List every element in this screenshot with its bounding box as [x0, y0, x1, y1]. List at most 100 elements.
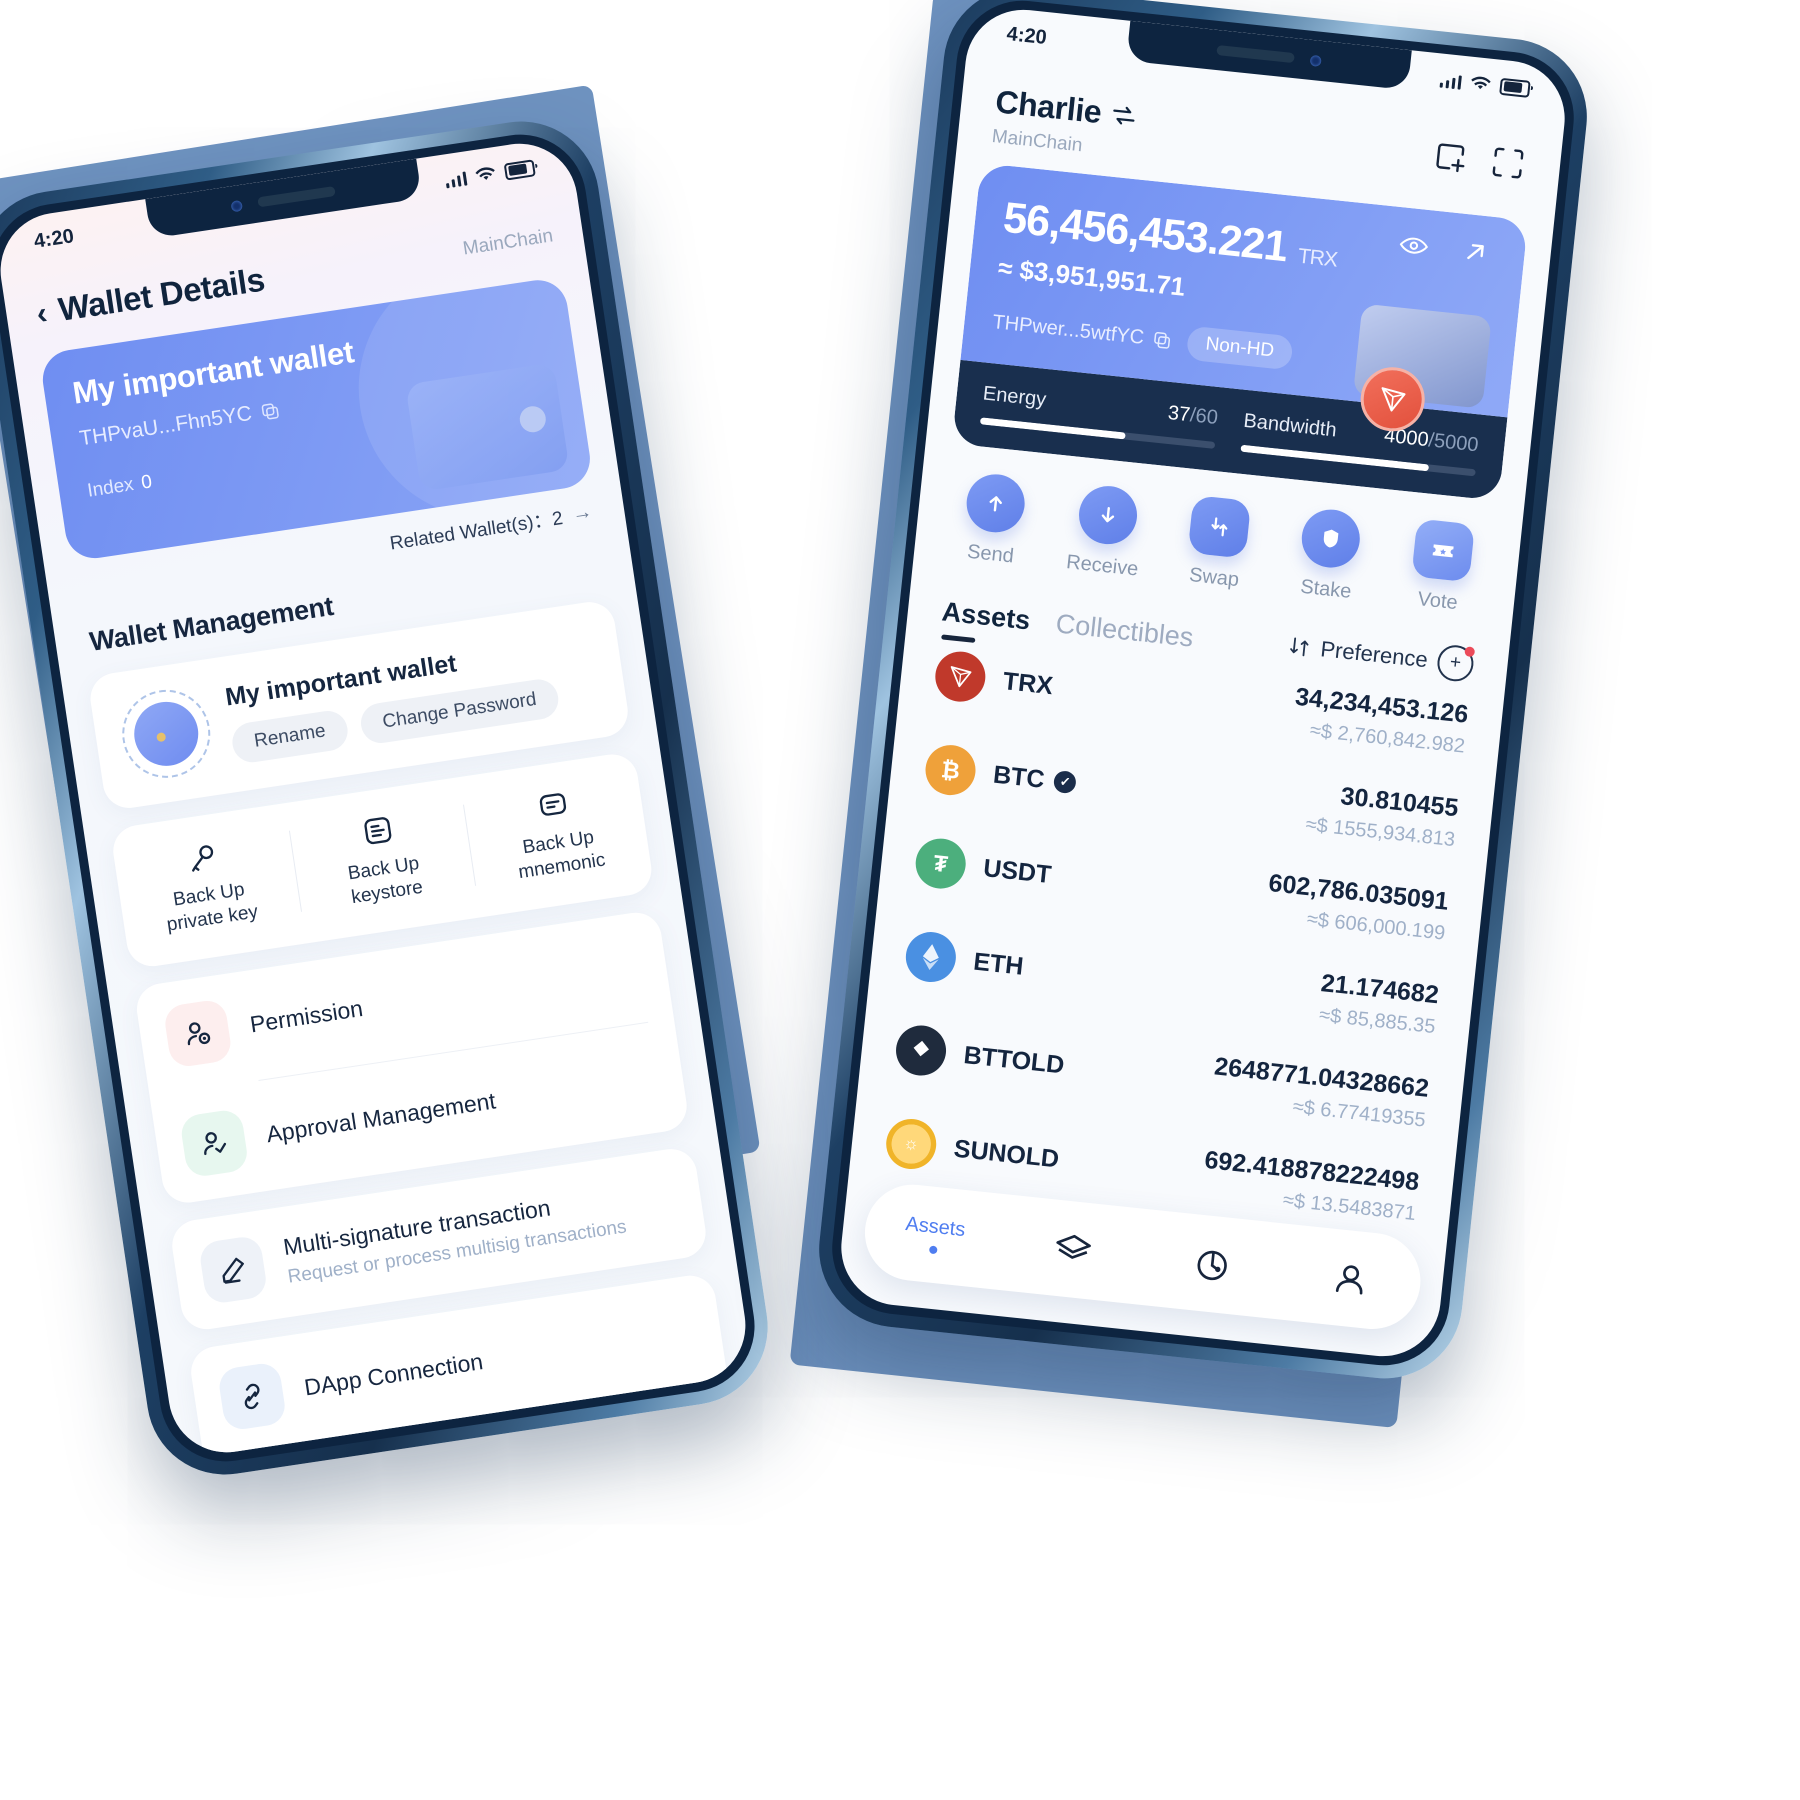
- status-time: 4:20: [32, 224, 76, 253]
- backup-mnemonic-button[interactable]: Back Up mnemonic: [462, 773, 651, 892]
- wallet-home-body: Charlie MainChain 56,456,453.221 TRX ≈ $…: [836, 4, 1571, 1362]
- wallet-identity-text: My important wallet Rename Change Passwo…: [223, 629, 601, 765]
- tab-discover-nav[interactable]: [1141, 1237, 1284, 1291]
- asset-symbol: BTC: [991, 760, 1046, 794]
- resource-bandwidth[interactable]: Bandwidth 4000/5000: [1240, 409, 1480, 477]
- scan-qr-icon[interactable]: [1488, 143, 1528, 183]
- ethereum-icon: [903, 929, 959, 985]
- menu-label-approval-management: Approval Management: [264, 1087, 498, 1148]
- copy-icon[interactable]: [1152, 329, 1173, 350]
- screenshot-stage: 4:20 ‹ Wallet Details MainChain My impor…: [0, 0, 1800, 1800]
- arrow-up-right-icon[interactable]: [1461, 238, 1490, 267]
- action-send[interactable]: Send: [933, 469, 1054, 572]
- tab-label-assets: Assets: [904, 1212, 967, 1242]
- backup-private-key-button[interactable]: Back Up private key: [113, 825, 302, 944]
- resource-label: Energy: [981, 382, 1048, 411]
- balance-symbol: TRX: [1296, 244, 1339, 272]
- swap-icon: [1187, 494, 1252, 559]
- tab-profile-nav[interactable]: [1279, 1252, 1422, 1306]
- ticket-icon: [1411, 518, 1475, 583]
- assets-dot-icon: [928, 1245, 938, 1255]
- battery-icon: [1499, 77, 1531, 98]
- earpiece-speaker: [1216, 44, 1295, 64]
- menu-label-permission: Permission: [248, 994, 365, 1038]
- resource-label: Bandwidth: [1242, 409, 1338, 442]
- resource-energy[interactable]: Energy 37/60: [979, 382, 1219, 449]
- profile-icon: [1336, 1265, 1363, 1295]
- copy-icon[interactable]: [259, 400, 281, 422]
- asset-symbol: BTTOLD: [962, 1040, 1066, 1080]
- wallet-details-body: ‹ Wallet Details MainChain My important …: [0, 136, 753, 1461]
- status-badge-nonhd: Non-HD: [1185, 325, 1294, 371]
- add-wallet-icon[interactable]: [1431, 137, 1471, 177]
- earpiece-speaker: [257, 185, 337, 208]
- eye-icon[interactable]: [1398, 233, 1430, 258]
- resource-total: 60: [1194, 404, 1219, 430]
- wallet-index-value: 0: [139, 471, 154, 494]
- bittorrent-icon: ⯁: [893, 1023, 949, 1079]
- account-name: Charlie: [993, 83, 1104, 131]
- phone-wallet-details: 4:20 ‹ Wallet Details MainChain My impor…: [0, 110, 779, 1486]
- sun-token-icon: ☼: [883, 1116, 939, 1172]
- account-name-row[interactable]: Charlie: [994, 83, 1139, 135]
- phone-bezel-left: 4:20 ‹ Wallet Details MainChain My impor…: [0, 125, 764, 1471]
- action-vote[interactable]: Vote: [1381, 516, 1502, 619]
- tab-assets-nav[interactable]: Assets: [863, 1209, 1006, 1261]
- wallet-address-row[interactable]: THPwer...5wtfYC: [991, 311, 1173, 353]
- page-title: Wallet Details: [55, 260, 267, 328]
- preference-label: Preference: [1319, 636, 1429, 673]
- action-swap[interactable]: Swap: [1157, 492, 1278, 595]
- link-chain-icon: [216, 1360, 288, 1432]
- sort-arrows-icon: [1290, 637, 1309, 657]
- arrow-right-icon: →: [570, 500, 594, 526]
- status-time: 4:20: [1005, 22, 1048, 49]
- action-receive[interactable]: Receive: [1045, 480, 1166, 583]
- front-camera-icon: [230, 199, 244, 212]
- asset-symbol: SUNOLD: [952, 1134, 1061, 1173]
- account-block[interactable]: Charlie MainChain: [991, 83, 1139, 163]
- wallet-address: THPwer...5wtfYC: [991, 310, 1146, 349]
- bitcoin-icon: ₿: [923, 742, 978, 798]
- status-indicators-left: [444, 158, 536, 189]
- cellular-bars-icon: [1439, 72, 1462, 90]
- phone-bezel-right: 4:20 Charlie MainChain 56,456,453.221 TR…: [825, 0, 1581, 1372]
- backup-keystore-button[interactable]: Back Up keystore: [288, 799, 477, 918]
- chevron-left-icon[interactable]: ‹: [34, 295, 49, 331]
- wallet-address: THPvaU...Fhn5YC: [78, 401, 254, 451]
- wallet-3d-illustration: [405, 362, 570, 492]
- tether-icon: ₮: [913, 836, 969, 892]
- phone-wallet-home: 4:20 Charlie MainChain 56,456,453.221 TR…: [811, 0, 1595, 1387]
- screen-wallet-details: 4:20 ‹ Wallet Details MainChain My impor…: [0, 135, 754, 1461]
- asset-usd-value: ≈$ 85,885.35: [1318, 1004, 1437, 1039]
- screen-wallet-home: 4:20 Charlie MainChain 56,456,453.221 TR…: [835, 4, 1571, 1362]
- arrow-up-icon: [963, 471, 1028, 536]
- wallet-index-label: Index: [85, 474, 136, 502]
- asset-symbol: TRX: [1001, 666, 1055, 700]
- rename-button[interactable]: Rename: [229, 708, 351, 765]
- arrow-down-icon: [1075, 483, 1140, 547]
- battery-icon: [503, 158, 536, 181]
- pencil-icon: [197, 1234, 269, 1305]
- layers-icon: [1056, 1234, 1092, 1259]
- shield-icon: [1299, 506, 1364, 571]
- menu-label-dapp-connection: DApp Connection: [302, 1348, 485, 1401]
- asset-symbol: ETH: [972, 947, 1025, 981]
- resource-used: 37: [1166, 401, 1192, 427]
- add-token-icon[interactable]: +: [1435, 643, 1476, 684]
- balance-card: 56,456,453.221 TRX ≈ $3,951,951.71 THPwe…: [951, 162, 1529, 501]
- wifi-icon: [1471, 76, 1491, 90]
- resource-total: 5000: [1432, 429, 1480, 457]
- front-camera-icon: [1309, 54, 1322, 67]
- asset-list: TRX 34,234,453.126 ≈$ 2,760,842.982 ₿ BT…: [848, 624, 1506, 1248]
- status-indicators-right: [1439, 71, 1531, 98]
- wifi-icon: [475, 167, 495, 180]
- discover-icon: [1197, 1250, 1227, 1281]
- wallet-avatar-icon[interactable]: [116, 683, 217, 784]
- switch-account-icon[interactable]: [1110, 103, 1138, 128]
- asset-amount: 21.174682: [1319, 969, 1441, 1010]
- verified-badge-icon: ✓: [1053, 770, 1078, 795]
- tron-logo-icon: [932, 649, 988, 705]
- tab-layers-nav[interactable]: [1002, 1222, 1145, 1276]
- asset-symbol: USDT: [982, 853, 1053, 889]
- action-stake[interactable]: Stake: [1269, 504, 1390, 607]
